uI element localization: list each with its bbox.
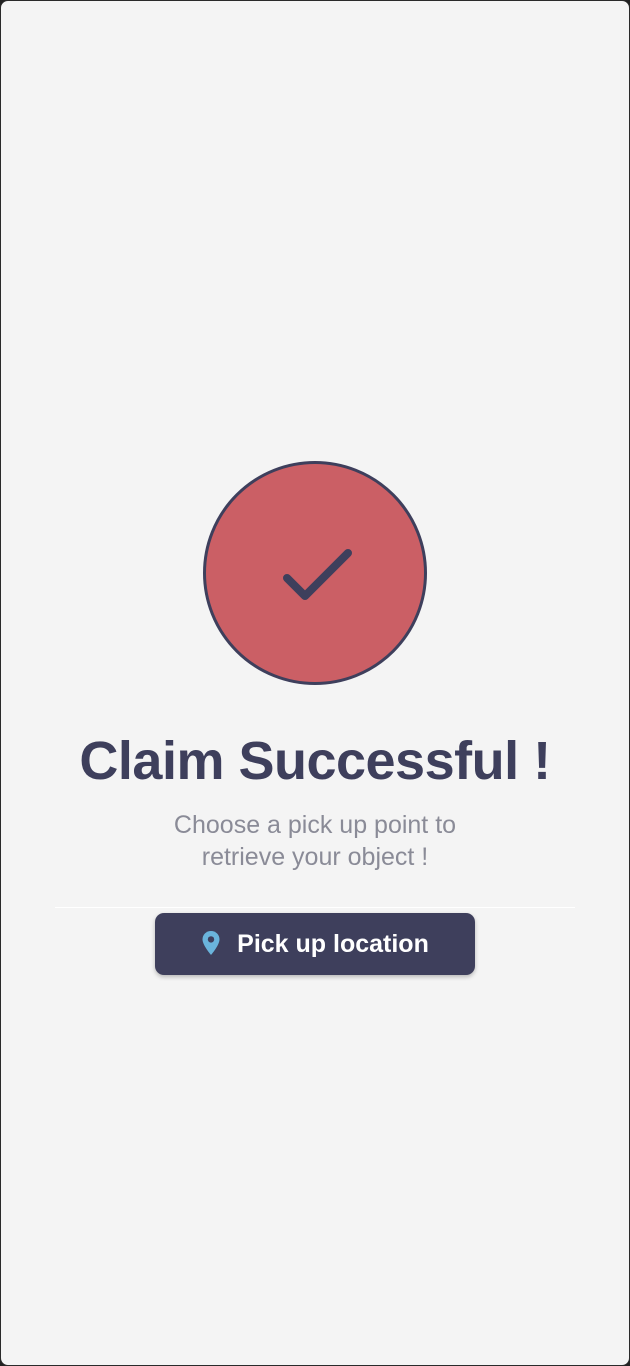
checkmark-icon [283, 549, 352, 600]
success-badge [203, 461, 427, 685]
pick-up-location-label: Pick up location [237, 929, 429, 958]
pick-up-location-button[interactable]: Pick up location [155, 913, 475, 975]
page-subtitle: Choose a pick up point to retrieve your … [173, 811, 457, 871]
divider [55, 907, 575, 908]
page-title: Claim Successful ! [79, 731, 551, 791]
map-pin-icon [201, 930, 221, 956]
claim-success-screen: Claim Successful ! Choose a pick up poin… [0, 0, 630, 1366]
